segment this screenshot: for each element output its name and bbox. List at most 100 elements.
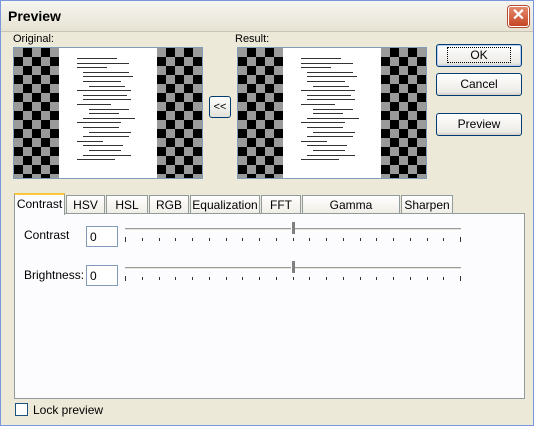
close-icon[interactable]: ✕ [508, 6, 529, 27]
contrast-panel: Contrast Brightness: [14, 213, 525, 399]
document-text-line [83, 127, 119, 128]
slider-tick [460, 237, 461, 242]
document-text-line [307, 94, 351, 96]
checkerboard-right [381, 48, 426, 178]
slider-tick [226, 277, 227, 280]
slider-tick [125, 237, 126, 242]
slider-tick [343, 277, 344, 280]
document-text-line [77, 90, 131, 92]
slider-tick [360, 238, 361, 241]
result-preview [237, 47, 427, 179]
slider-tick [393, 238, 394, 241]
document-text-line [301, 140, 327, 142]
slider-tick [376, 238, 377, 241]
tab-gamma-correction[interactable]: Gamma Correction [302, 195, 400, 230]
slider-tick [427, 277, 428, 280]
document-text-line [83, 99, 131, 101]
slider-tick [226, 238, 227, 241]
original-document-thumbnail [59, 48, 157, 178]
contrast-slider-thumb[interactable] [291, 222, 295, 234]
slider-tick [209, 238, 210, 241]
slider-tick [376, 277, 377, 280]
document-text-line [307, 76, 357, 78]
document-text-line [77, 140, 103, 142]
slider-tick [192, 238, 193, 241]
document-text-line [83, 76, 133, 78]
document-text-line [301, 67, 331, 69]
title-bar[interactable]: Preview ✕ [1, 1, 533, 32]
copy-back-button[interactable]: << [209, 96, 231, 118]
slider-tick [259, 277, 260, 280]
tab-equalization[interactable]: Equalization [190, 195, 260, 214]
tab-hsl[interactable]: HSL [106, 195, 148, 214]
slider-tick [343, 238, 344, 241]
window-title: Preview [8, 8, 61, 24]
brightness-label: Brightness: [24, 268, 85, 282]
slider-tick [293, 277, 294, 280]
slider-tick [142, 277, 143, 280]
ok-button[interactable]: OK [436, 44, 522, 67]
slider-tick [175, 277, 176, 280]
document-text-line [307, 99, 355, 101]
slider-tick [410, 277, 411, 280]
tab-rgb[interactable]: RGB [149, 195, 189, 214]
document-text-line [77, 122, 121, 124]
document-text-line [77, 104, 111, 105]
result-document-thumbnail [283, 48, 381, 178]
document-text-line [307, 154, 355, 156]
document-text-line [77, 67, 107, 69]
slider-tick [175, 238, 176, 241]
slider-tick [242, 277, 243, 280]
tab-sharpen[interactable]: Sharpen [401, 195, 453, 214]
slider-tick [209, 277, 210, 280]
document-text-line [83, 81, 121, 82]
document-text-line [83, 154, 131, 156]
document-text-line [83, 94, 127, 96]
document-text-line [83, 71, 129, 73]
slider-tick [326, 238, 327, 241]
contrast-input[interactable] [86, 226, 118, 247]
slider-tick [276, 238, 277, 241]
slider-tick [427, 238, 428, 241]
slider-tick [159, 238, 160, 241]
slider-tick [360, 277, 361, 280]
document-text-line [307, 136, 353, 138]
slider-tick [309, 277, 310, 280]
brightness-slider[interactable] [125, 261, 461, 289]
slider-tick [192, 277, 193, 280]
slider-tick [393, 277, 394, 280]
ok-button-label: OK [447, 47, 511, 63]
document-text-line [307, 71, 353, 73]
document-text-line [301, 104, 335, 105]
slider-tick [326, 277, 327, 280]
lock-preview-checkbox[interactable] [15, 403, 28, 416]
tab-contrast[interactable]: Contrast [14, 193, 65, 215]
tab-hsv[interactable]: HSV [66, 195, 105, 214]
original-preview [13, 47, 203, 179]
document-text-line [77, 58, 117, 59]
document-text-line [89, 85, 125, 87]
contrast-slider[interactable] [125, 222, 461, 250]
slider-tick [159, 277, 160, 280]
document-text-line [307, 127, 343, 128]
checkerboard-left [238, 48, 283, 178]
slider-tick [276, 277, 277, 280]
document-text-line [301, 122, 345, 124]
document-text-line [89, 108, 129, 110]
document-text-line [77, 159, 115, 161]
double-chevron-left-icon: << [213, 101, 227, 113]
tab-fft[interactable]: FFT [261, 195, 301, 214]
document-text-line [313, 150, 345, 151]
brightness-slider-thumb[interactable] [291, 261, 295, 273]
brightness-input[interactable] [86, 265, 118, 286]
document-text-line [313, 131, 355, 133]
document-text-line [83, 117, 135, 119]
cancel-button[interactable]: Cancel [436, 73, 522, 96]
checkerboard-left [14, 48, 59, 178]
preview-button[interactable]: Preview [436, 113, 522, 136]
document-text-line [77, 62, 129, 64]
slider-tick [293, 238, 294, 241]
preview-dialog: Preview ✕ Original: Result: << OK Cancel… [0, 0, 534, 426]
document-text-line [301, 58, 341, 59]
document-text-line [89, 131, 131, 133]
